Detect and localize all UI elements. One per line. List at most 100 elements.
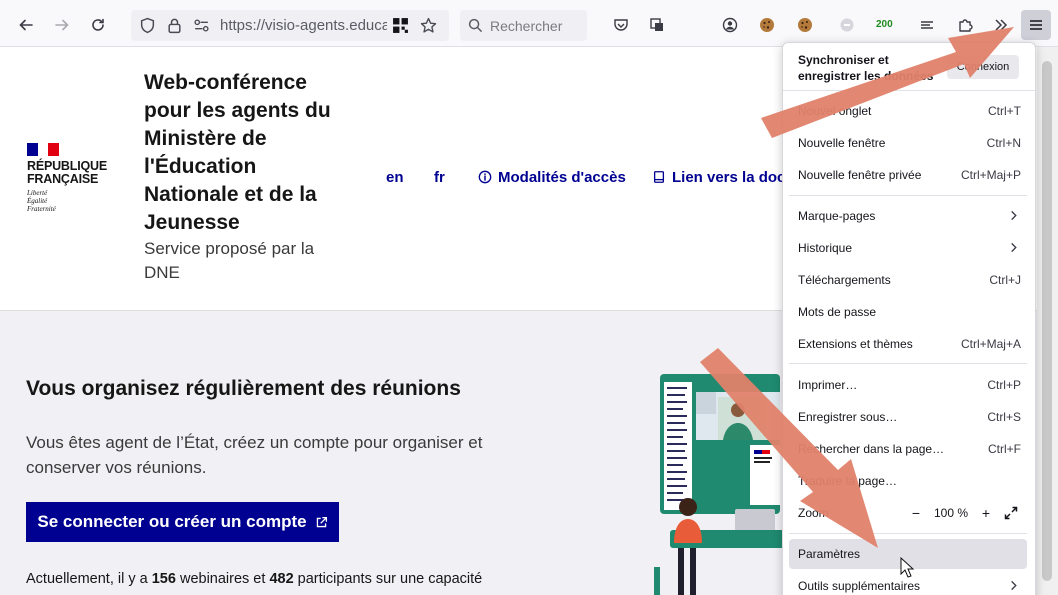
site-title[interactable]: Web-conférence pour les agents du Minist… bbox=[144, 69, 334, 237]
menu-item-settings[interactable]: Paramètres bbox=[789, 539, 1027, 569]
menu-item-addons[interactable]: Extensions et thèmes Ctrl+Maj+A bbox=[789, 329, 1027, 359]
cookie-icon bbox=[760, 18, 774, 32]
shield-icon[interactable] bbox=[139, 17, 156, 34]
menu-item-label: Outils supplémentaires bbox=[798, 579, 921, 593]
menu-item-shortcut: Ctrl+Maj+P bbox=[960, 168, 1021, 182]
chevron-right-icon bbox=[1011, 580, 1017, 591]
url-bar[interactable]: https://visio-agents.education.fr bbox=[131, 10, 449, 41]
extension-counter[interactable]: 200 bbox=[876, 19, 893, 30]
participant-count: 482 bbox=[269, 571, 294, 587]
scrollbar-thumb[interactable] bbox=[1042, 61, 1052, 581]
menu-item-label: Imprimer… bbox=[798, 378, 858, 392]
search-icon bbox=[468, 18, 483, 33]
menu-separator bbox=[789, 533, 1027, 534]
menu-item-label: Marque-pages bbox=[798, 209, 876, 223]
reload-icon bbox=[92, 18, 104, 31]
app-menu-panel: Synchroniser et enregistrer les données … bbox=[782, 42, 1036, 595]
search-bar[interactable] bbox=[460, 10, 587, 41]
menu-separator bbox=[789, 195, 1027, 196]
url-actions bbox=[387, 10, 449, 41]
menu-item-print[interactable]: Imprimer… Ctrl+P bbox=[789, 370, 1027, 400]
menu-item-passwords[interactable]: Mots de passe bbox=[789, 297, 1027, 327]
menu-item-shortcut: Ctrl+N bbox=[986, 136, 1021, 150]
section-heading: Vous organisez régulièrement des réunion… bbox=[26, 377, 461, 400]
menu-item-label: Nouvel onglet bbox=[798, 104, 872, 118]
back-button[interactable] bbox=[11, 10, 41, 40]
overflow-button[interactable] bbox=[986, 10, 1016, 40]
chevron-right-icon bbox=[1011, 242, 1017, 253]
search-input[interactable] bbox=[490, 15, 582, 36]
menu-item-shortcut: Ctrl+T bbox=[988, 104, 1021, 118]
flag-icon bbox=[27, 143, 60, 156]
menu-item-label: Extensions et thèmes bbox=[798, 337, 913, 351]
stats-prefix: Actuellement, il y a bbox=[26, 571, 152, 587]
screenshot-button[interactable] bbox=[642, 10, 672, 40]
zoom-out-button[interactable]: − bbox=[907, 504, 925, 522]
extension-button[interactable] bbox=[832, 10, 862, 40]
menu-item-label: Mots de passe bbox=[798, 305, 877, 319]
chevron-right-icon bbox=[1011, 210, 1017, 221]
menu-item-more-tools[interactable]: Outils supplémentaires bbox=[789, 571, 1027, 595]
sync-text: Synchroniser et enregistrer les données bbox=[798, 53, 934, 83]
arrow-left-icon bbox=[19, 19, 33, 31]
shield-extension-icon bbox=[840, 18, 854, 32]
access-link-label: Modalités d'accès bbox=[498, 169, 626, 186]
reload-button[interactable] bbox=[83, 10, 113, 40]
cookie-extension-button-2[interactable] bbox=[790, 10, 820, 40]
lock-icon[interactable] bbox=[166, 17, 183, 34]
extensions-button[interactable] bbox=[950, 10, 980, 40]
menu-item-history[interactable]: Historique bbox=[789, 233, 1027, 263]
screenshot-icon bbox=[650, 18, 663, 31]
fullscreen-button[interactable] bbox=[1001, 503, 1021, 523]
browser-window: https://visio-agents.education.fr Recher… bbox=[0, 0, 1058, 595]
login-button-label: Se connecter ou créer un compte bbox=[37, 512, 307, 531]
account-button[interactable] bbox=[715, 10, 745, 40]
videoconference-illustration bbox=[654, 374, 785, 595]
page-scrollbar[interactable] bbox=[1037, 47, 1058, 595]
app-menu-button[interactable] bbox=[1021, 10, 1051, 40]
menu-item-private-window[interactable]: Nouvelle fenêtre privée Ctrl+Maj+P bbox=[789, 160, 1027, 190]
menu-item-label: Traduire la page… bbox=[798, 474, 897, 488]
zoom-reset-button[interactable]: 100 % bbox=[925, 506, 977, 520]
zoom-controls: − 100 % + bbox=[907, 503, 1021, 523]
permissions-icon[interactable] bbox=[193, 17, 210, 34]
chevrons-right-icon bbox=[995, 19, 1008, 31]
menu-item-save-as[interactable]: Enregistrer sous… Ctrl+S bbox=[789, 402, 1027, 432]
motto: Liberté Égalité Fraternité bbox=[27, 189, 107, 213]
menu-item-zoom: Zoom − 100 % + bbox=[789, 498, 1027, 528]
menu-separator bbox=[789, 363, 1027, 364]
menu-item-label: Nouvelle fenêtre privée bbox=[798, 168, 922, 182]
menu-item-shortcut: Ctrl+P bbox=[987, 378, 1021, 392]
motto-line: Égalité bbox=[27, 197, 48, 205]
menu-item-translate[interactable]: Traduire la page… bbox=[789, 466, 1027, 496]
http-extension-button[interactable] bbox=[912, 10, 942, 40]
menu-item-new-window[interactable]: Nouvelle fenêtre Ctrl+N bbox=[789, 128, 1027, 158]
qr-code-icon[interactable] bbox=[392, 17, 409, 34]
arrow-right-icon bbox=[55, 19, 69, 31]
menu-item-find-in-page[interactable]: Rechercher dans la page… Ctrl+F bbox=[789, 434, 1027, 464]
info-icon bbox=[478, 170, 492, 184]
login-create-account-button[interactable]: Se connecter ou créer un compte bbox=[26, 502, 339, 542]
section-lead: Vous êtes agent de l’État, créez un comp… bbox=[26, 433, 483, 477]
zoom-in-button[interactable]: + bbox=[977, 504, 995, 522]
lang-en-link[interactable]: en bbox=[386, 169, 404, 186]
puzzle-icon bbox=[959, 19, 973, 32]
sync-login-button[interactable]: Connexion bbox=[947, 55, 1019, 79]
cookie-extension-button[interactable] bbox=[752, 10, 782, 40]
forward-button[interactable] bbox=[47, 10, 77, 40]
access-link[interactable]: Modalités d'accès bbox=[478, 169, 626, 186]
menu-item-label: Téléchargements bbox=[798, 273, 891, 287]
pocket-button[interactable] bbox=[606, 10, 636, 40]
account-icon bbox=[722, 17, 738, 33]
menu-item-downloads[interactable]: Téléchargements Ctrl+J bbox=[789, 265, 1027, 295]
menu-item-label: Paramètres bbox=[798, 547, 861, 561]
menu-item-shortcut: Ctrl+J bbox=[989, 273, 1021, 287]
republique-francaise-logo[interactable]: RÉPUBLIQUE FRANÇAISE Liberté Égalité Fra… bbox=[27, 143, 107, 213]
menu-item-bookmarks[interactable]: Marque-pages bbox=[789, 201, 1027, 231]
lang-fr-link[interactable]: fr bbox=[434, 169, 445, 186]
menu-item-new-tab[interactable]: Nouvel onglet Ctrl+T bbox=[789, 96, 1027, 126]
menu-item-label: Rechercher dans la page… bbox=[798, 442, 945, 456]
motto-line: Fraternité bbox=[27, 205, 56, 213]
star-icon[interactable] bbox=[420, 17, 437, 34]
menu-item-label: Nouvelle fenêtre bbox=[798, 136, 886, 150]
